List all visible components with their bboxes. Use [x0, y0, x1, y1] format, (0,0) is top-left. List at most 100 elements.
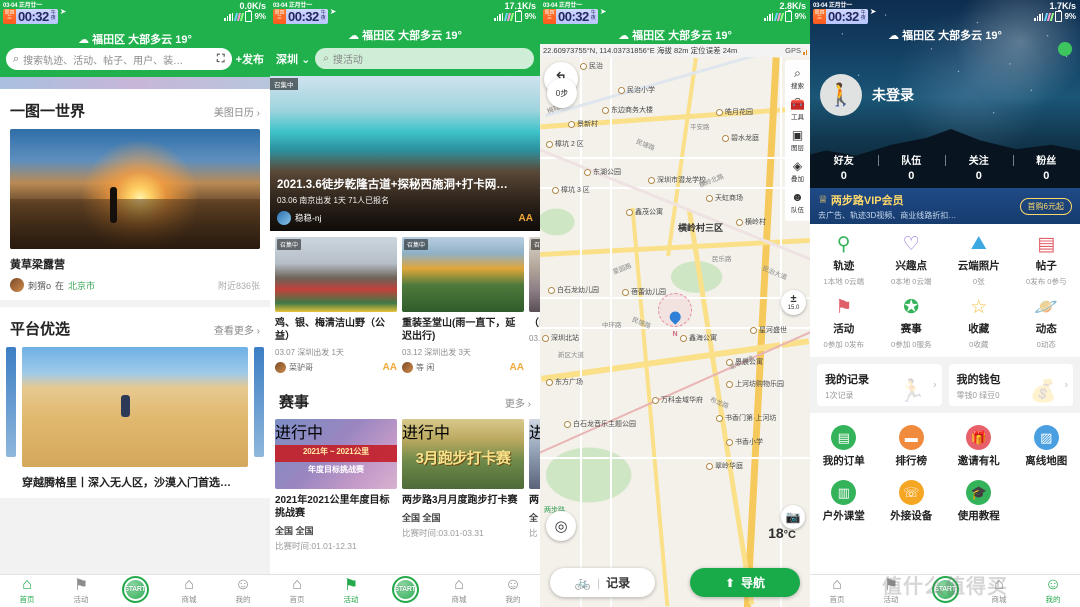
- activity-organizer[interactable]: 等 闲 AA: [402, 362, 524, 373]
- grid-item-poi[interactable]: ♡ 兴趣点 0本地 0云端: [878, 233, 946, 287]
- map-poi-label[interactable]: 鑫茂公寓: [626, 207, 663, 217]
- start-globe-icon[interactable]: START: [391, 575, 419, 603]
- grid-item-cloud-photos[interactable]: ⛰ 云端照片 0张: [945, 233, 1013, 287]
- zoom-control[interactable]: ± 15.0: [781, 290, 806, 315]
- steps-counter[interactable]: 0步: [547, 78, 577, 108]
- activity-card[interactable]: 召集中 （山）趣… 03.: [529, 237, 540, 373]
- scan-icon[interactable]: ⛶: [217, 53, 225, 66]
- map-poi-label[interactable]: 东湖公园: [584, 167, 621, 177]
- navigate-button[interactable]: ⬆ 导航: [690, 568, 800, 597]
- promo-photo[interactable]: [22, 347, 248, 467]
- tab-start[interactable]: START: [918, 575, 972, 603]
- grid-item-leaderboard[interactable]: ▬ 排行榜: [878, 425, 946, 468]
- race-card[interactable]: 进 两 挑 全 比: [529, 419, 540, 552]
- map-tool-team[interactable]: ☻ 队伍: [785, 187, 810, 218]
- place-name[interactable]: 北京市: [68, 279, 95, 292]
- map-poi-label[interactable]: 白石龙幼儿园: [548, 285, 599, 295]
- tab-home[interactable]: ⌂ 首页: [810, 576, 864, 605]
- map-tool-tools[interactable]: 🧰 工具: [785, 94, 810, 125]
- tab-mine[interactable]: ☺ 我的: [216, 576, 270, 605]
- featured-photo[interactable]: [10, 129, 260, 249]
- map-poi-label[interactable]: 景新村: [568, 119, 598, 129]
- map-poi-label[interactable]: 皓月花园: [716, 107, 753, 117]
- message-badge-icon[interactable]: [1058, 42, 1072, 56]
- map-canvas[interactable]: 民治 民治小学 东边商务大楼 景新村 樟坑 2 区樟坑 3 区 东湖公园 碧水龙庭 皓月花园深…: [540, 57, 810, 607]
- tab-activity[interactable]: ⚑ 活动: [864, 577, 918, 605]
- activity-card[interactable]: 召集中 鸡、银、梅清洁山野（公益） 03.07 深圳出发 1天 菜驴哥 AA: [275, 237, 397, 373]
- hiker-avatar-icon[interactable]: 🚶: [820, 74, 862, 116]
- home-scroll[interactable]: 一图一世界 美图日历 › 黄草梁露营 刺猬o 在 北京市 附近836张 平台优选…: [0, 77, 270, 607]
- map-poi-label[interactable]: 星河盛世: [750, 325, 787, 335]
- hero-organizer[interactable]: 稳稳-nj AA: [277, 211, 533, 225]
- grid-item-tutorial[interactable]: 🎓 使用教程: [945, 480, 1013, 523]
- race-card[interactable]: 进行中 3月跑步打卡赛 两步路3月月度跑步打卡赛 全国 全国 比赛时间:03.0…: [402, 419, 524, 552]
- grid-item-invite[interactable]: 🎁 邀请有礼: [945, 425, 1013, 468]
- tab-shop[interactable]: ⌂ 商城: [972, 576, 1026, 605]
- map-poi-label[interactable]: 翠岭华庭: [706, 461, 743, 471]
- activity-card[interactable]: 召集中 重装圣堂山(雨一直下，延迟出行) 03.12 深圳出发 3天 等 闲 A…: [402, 237, 524, 373]
- map-poi-label[interactable]: 横岭村三区: [678, 221, 723, 234]
- tab-start[interactable]: START: [378, 575, 432, 603]
- tab-home[interactable]: ⌂ 首页: [270, 576, 324, 605]
- map-poi-label[interactable]: 上河坊购物乐园: [726, 379, 784, 389]
- stat-teams[interactable]: 队伍 0: [877, 152, 946, 182]
- tab-shop[interactable]: ⌂ 商城: [162, 576, 216, 605]
- tab-mine[interactable]: ☺ 我的: [486, 576, 540, 605]
- publish-button[interactable]: +发布: [236, 51, 264, 67]
- tab-home[interactable]: ⌂ 首页: [0, 576, 54, 605]
- grid-item-external-device[interactable]: ☏ 外接设备: [878, 480, 946, 523]
- map-poi-label[interactable]: 万科金域华府: [652, 395, 703, 405]
- photo-calendar-link[interactable]: 美图日历 ›: [214, 104, 260, 119]
- grid-item-orders[interactable]: ▤ 我的订单: [810, 425, 878, 468]
- activity-card-list[interactable]: 召集中 鸡、银、梅清洁山野（公益） 03.07 深圳出发 1天 菜驴哥 AA 召…: [270, 231, 540, 375]
- banner-strip[interactable]: [0, 77, 270, 89]
- map-poi-label[interactable]: 书香小学: [726, 437, 763, 447]
- vip-banner[interactable]: ♕ 两步路VIP会员 去广告、轨迹3D视频、商业线路折扣… 首购6元起: [810, 188, 1080, 224]
- map-tool-search[interactable]: ⌕ 搜索: [785, 63, 810, 94]
- zoom-in-out-icon[interactable]: ±: [790, 294, 796, 305]
- map-poi-label[interactable]: 樟坑 3 区: [552, 185, 590, 195]
- profile-identity[interactable]: 🚶 未登录: [820, 74, 914, 116]
- vip-purchase-button[interactable]: 首购6元起: [1019, 198, 1072, 215]
- tab-shop[interactable]: ⌂ 商城: [432, 576, 486, 605]
- carousel-next-peek[interactable]: [254, 347, 264, 457]
- stat-friends[interactable]: 好友 0: [810, 152, 878, 182]
- activity-search-input[interactable]: ⌕ 搜活动: [315, 48, 534, 69]
- view-more-link[interactable]: 查看更多 ›: [214, 322, 260, 337]
- carousel-prev-peek[interactable]: [6, 347, 16, 457]
- map-poi-label[interactable]: 东方广场: [546, 377, 583, 387]
- grid-item-races[interactable]: ✪ 赛事 0参加 0服务: [878, 296, 946, 350]
- map-tool-layers[interactable]: ▣ 图层: [785, 125, 810, 156]
- start-globe-icon[interactable]: START: [121, 575, 149, 603]
- map-poi-label[interactable]: 樟坑 2 区: [546, 139, 584, 149]
- start-globe-icon[interactable]: START: [931, 575, 959, 603]
- map-poi-label[interactable]: 碧水龙庭: [722, 133, 759, 143]
- author-name[interactable]: 刺猬o: [28, 279, 51, 292]
- tab-activity[interactable]: ⚑ 活动: [324, 577, 378, 605]
- stat-followers[interactable]: 粉丝 0: [1012, 152, 1080, 182]
- grid-item-tracks[interactable]: ⚲ 轨迹 1本地 0云端: [810, 233, 878, 287]
- tab-start[interactable]: START: [108, 575, 162, 603]
- tab-mine[interactable]: ☺ 我的: [1026, 576, 1080, 605]
- grid-item-feed[interactable]: 🪐 动态 0动态: [1013, 296, 1080, 350]
- map-poi-label[interactable]: 民治小学: [618, 85, 655, 95]
- map-poi-label[interactable]: 东边商务大楼: [602, 105, 653, 115]
- map-poi-label[interactable]: 书香门第·上河坊: [716, 413, 776, 423]
- nickname[interactable]: 未登录: [872, 85, 914, 105]
- map-poi-label[interactable]: 鑫海公寓: [680, 333, 717, 343]
- avatar[interactable]: [10, 278, 24, 292]
- camera-icon[interactable]: 📷: [781, 505, 805, 529]
- grid-item-posts[interactable]: ▤ 帖子 0发布 0参与: [1013, 233, 1080, 287]
- races-more-link[interactable]: 更多 ›: [505, 395, 531, 410]
- hero-activity-card[interactable]: 召集中 2021.3.6徒步乾隆古道+探秘西施洞+打卡网… 03.06 南京出发…: [270, 76, 540, 231]
- tab-activity[interactable]: ⚑ 活动: [54, 577, 108, 605]
- map-poi-label[interactable]: 横岭村: [736, 217, 766, 227]
- city-selector[interactable]: 深圳 ⌄: [276, 51, 310, 67]
- stat-following[interactable]: 关注 0: [945, 152, 1013, 182]
- search-input[interactable]: ⌕ 搜索轨迹、活动、帖子、用户、装… ⛶: [6, 48, 232, 70]
- grid-item-offline-map[interactable]: ▨ 离线地图: [1013, 425, 1080, 468]
- map-poi-label[interactable]: 白石龙音乐主题公园: [564, 419, 636, 429]
- map-tool-overlay[interactable]: ◈ 叠加: [785, 156, 810, 187]
- record-button[interactable]: 🚲 | 记录: [550, 568, 655, 597]
- grid-item-activities[interactable]: ⚑ 活动 0参加 0发布: [810, 296, 878, 350]
